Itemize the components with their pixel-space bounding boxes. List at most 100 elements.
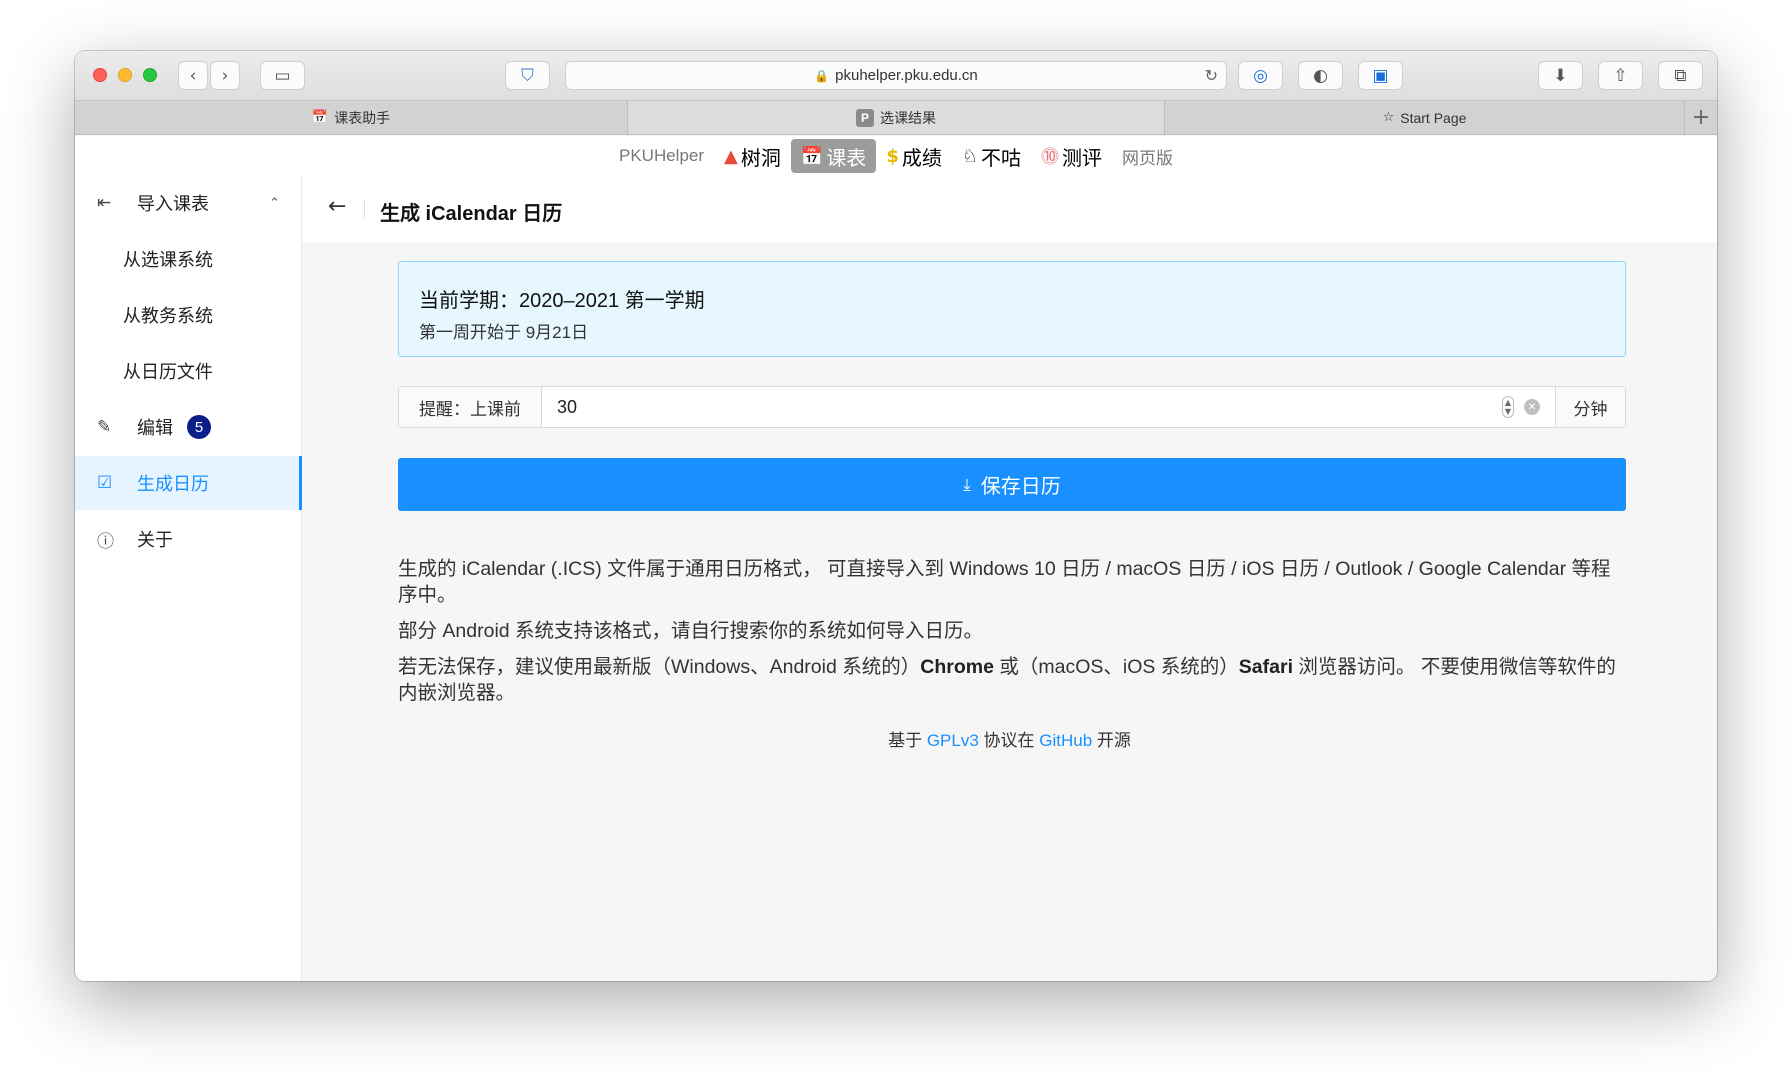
back-button[interactable]: ‹ xyxy=(178,61,208,90)
desc-text: 若无法保存，建议使用最新版（Windows、Android 系统的） xyxy=(398,656,921,678)
first-week-text: 第一周开始于 9月21日 xyxy=(419,323,589,342)
tab-overview-button[interactable]: ⧉ xyxy=(1658,61,1703,90)
chrome-text: Chrome xyxy=(920,656,994,678)
sidebar-item-label: 关于 xyxy=(137,530,173,550)
key-icon: ◎ xyxy=(1253,65,1268,86)
top-navigation: PKUHelper ▲ 树洞 📅 课表 $ 成绩 ♘ 不咕 ⓾ 测评 网页版 xyxy=(75,136,1717,176)
new-tab-button[interactable]: + xyxy=(1685,101,1717,134)
import-icon: ⇤ xyxy=(97,193,112,213)
calendar-icon: 📅 xyxy=(800,145,824,167)
chevron-left-icon: ‹ xyxy=(189,65,197,86)
sidebar-toggle-button[interactable]: ▭ xyxy=(260,61,305,90)
nav-treehole[interactable]: ▲ 树洞 xyxy=(714,139,791,173)
edit-count-badge: 5 xyxy=(187,415,211,439)
address-bar[interactable]: 🔒 pkuhelper.pku.edu.cn ↻ xyxy=(565,61,1227,90)
pigeon-icon: ♘ xyxy=(961,145,978,167)
url-text: pkuhelper.pku.edu.cn xyxy=(835,67,978,84)
dollar-icon: $ xyxy=(886,145,899,167)
nav-schedule[interactable]: 📅 课表 xyxy=(790,139,877,173)
clear-icon[interactable]: ✕ xyxy=(1524,399,1540,415)
star-icon: ☆ xyxy=(1382,110,1395,125)
footer-text: 基于 xyxy=(888,731,927,750)
sidebar: ⇤ 导入课表 ⌃ 从选课系统 从教务系统 从日历文件 ✎ 编辑 5 ☑ 生成日历 xyxy=(75,176,302,981)
screen-icon: ▣ xyxy=(1372,65,1389,86)
sidebar-item-import[interactable]: ⇤ 导入课表 ⌃ xyxy=(75,176,302,230)
shield-extension-button[interactable]: ⛉ xyxy=(505,61,550,90)
half-shield-icon: ◐ xyxy=(1313,65,1328,86)
reminder-suffix: 分钟 xyxy=(1555,387,1625,427)
lock-icon: 🔒 xyxy=(814,68,830,83)
sidebar-item-label: 编辑 xyxy=(137,418,173,438)
chevron-up-icon: ⌃ xyxy=(269,195,280,211)
close-window-button[interactable] xyxy=(93,68,107,82)
chevron-down-icon: ▼ xyxy=(1504,407,1512,416)
sidebar-item-about[interactable]: ⓘ 关于 xyxy=(75,512,302,566)
chevron-right-icon: › xyxy=(221,65,229,86)
sidebar-item-label: 从教务系统 xyxy=(123,306,213,326)
tab-start-page[interactable]: ☆ Start Page xyxy=(1165,101,1685,134)
reminder-minutes-input[interactable] xyxy=(542,387,1542,427)
sidebar-icon: ▭ xyxy=(274,65,291,86)
main-content: 当前学期：2020–2021 第一学期 第一周开始于 9月21日 提醒：上课前 … xyxy=(302,242,1717,981)
save-calendar-button[interactable]: ⤓ 保存日历 xyxy=(398,458,1626,511)
reminder-prefix: 提醒：上课前 xyxy=(399,387,542,427)
checkbox-icon: ☑ xyxy=(97,473,113,493)
sidebar-item-from-course-system[interactable]: 从选课系统 xyxy=(75,232,302,286)
shield-icon: ⛉ xyxy=(521,65,534,86)
plus-icon: + xyxy=(1691,105,1711,130)
watermelon-icon: ▲ xyxy=(724,145,738,167)
browser-window: ‹ › ▭ ⛉ 🔒 pkuhelper.pku.edu.cn ↻ ◎ ◐ ▣ ⬇… xyxy=(75,51,1717,981)
sidebar-item-generate[interactable]: ☑ 生成日历 xyxy=(75,456,302,510)
tabs-icon: ⧉ xyxy=(1674,65,1687,86)
tab-course-results[interactable]: P 选课结果 xyxy=(628,101,1165,134)
privacy-extension-button[interactable]: ◐ xyxy=(1298,61,1343,90)
downloads-button[interactable]: ⬇ xyxy=(1538,61,1583,90)
tab-bar: 📅 课表助手 P 选课结果 ☆ Start Page + xyxy=(75,101,1717,135)
tab-label: Start Page xyxy=(1400,109,1467,126)
nav-grades[interactable]: $ 成绩 xyxy=(876,139,952,173)
review-icon: ⓾ xyxy=(1040,147,1059,168)
semester-title: 当前学期：2020–2021 第一学期 xyxy=(419,290,705,312)
p-icon: P xyxy=(856,108,874,127)
gplv3-link[interactable]: GPLv3 xyxy=(927,731,979,750)
nav-label: 树洞 xyxy=(740,147,781,170)
chevron-up-icon: ▲ xyxy=(1504,398,1512,407)
sidebar-item-edit[interactable]: ✎ 编辑 5 xyxy=(75,400,302,454)
nav-web-version[interactable]: 网页版 xyxy=(1112,139,1183,173)
nav-label: 不咕 xyxy=(980,147,1021,170)
github-link[interactable]: GitHub xyxy=(1039,731,1092,750)
header-divider xyxy=(364,200,365,218)
minimize-window-button[interactable] xyxy=(118,68,132,82)
download-icon: ⬇ xyxy=(1553,65,1568,86)
zoom-window-button[interactable] xyxy=(143,68,157,82)
screen-extension-button[interactable]: ▣ xyxy=(1358,61,1403,90)
sidebar-item-from-academic-system[interactable]: 从教务系统 xyxy=(75,288,302,342)
arrow-left-icon[interactable]: ← xyxy=(328,194,346,219)
sidebar-item-from-calendar-file[interactable]: 从日历文件 xyxy=(75,344,302,398)
nav-review[interactable]: ⓾ 测评 xyxy=(1031,139,1112,173)
footer-text: 协议在 xyxy=(978,731,1040,750)
share-button[interactable]: ⇧ xyxy=(1598,61,1643,90)
password-extension-button[interactable]: ◎ xyxy=(1238,61,1283,90)
page-title: 生成 iCalendar 日历 xyxy=(380,203,563,225)
desc-text: 或（macOS、iOS 系统的） xyxy=(993,656,1239,678)
description: 生成的 iCalendar (.ICS) 文件属于通用日历格式， 可直接导入到 … xyxy=(398,556,1626,716)
safari-text: Safari xyxy=(1238,656,1293,678)
calendar-icon: 📅 xyxy=(311,110,329,125)
reload-icon[interactable]: ↻ xyxy=(1205,66,1218,85)
description-paragraph-2: 部分 Android 系统支持该格式，请自行搜索你的系统如何导入日历。 xyxy=(398,620,984,642)
nav-brand[interactable]: PKUHelper xyxy=(609,139,714,173)
reminder-stepper[interactable]: ▲ ▼ xyxy=(1502,396,1514,418)
nav-bugu[interactable]: ♘ 不咕 xyxy=(952,139,1031,173)
tab-course-helper[interactable]: 📅 课表助手 xyxy=(75,101,628,134)
pencil-icon: ✎ xyxy=(97,417,112,437)
nav-label: 测评 xyxy=(1061,147,1102,170)
tab-label: 课表助手 xyxy=(334,109,391,126)
nav-label: 课表 xyxy=(826,147,867,170)
page-header: ← 生成 iCalendar 日历 xyxy=(302,176,1717,242)
save-button-label: 保存日历 xyxy=(980,476,1061,498)
footer-text: 开源 xyxy=(1092,731,1131,750)
description-paragraph-1: 生成的 iCalendar (.ICS) 文件属于通用日历格式， 可直接导入到 … xyxy=(398,558,1611,606)
nav-label: 成绩 xyxy=(901,147,942,170)
forward-button[interactable]: › xyxy=(210,61,240,90)
